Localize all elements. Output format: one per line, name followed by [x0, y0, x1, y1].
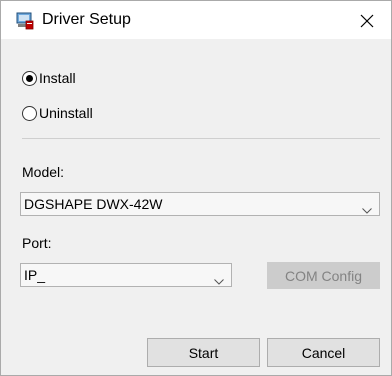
port-label: Port: — [22, 235, 52, 251]
driver-setup-dialog: Driver Setup Install Uninstall Model: DG… — [0, 0, 392, 376]
install-radio[interactable]: Install — [22, 67, 76, 89]
uninstall-radio-label: Uninstall — [39, 105, 93, 121]
chevron-down-icon — [214, 272, 224, 285]
chevron-down-icon — [362, 201, 372, 214]
title-bar: Driver Setup — [1, 1, 391, 39]
uninstall-radio-circle[interactable] — [22, 105, 37, 121]
install-radio-label: Install — [39, 70, 76, 86]
printer-setup-icon — [16, 12, 34, 30]
model-label: Model: — [22, 164, 65, 180]
close-button[interactable] — [355, 9, 379, 33]
cancel-button[interactable]: Cancel — [267, 338, 380, 367]
model-dropdown[interactable]: DGSHAPE DWX-42W — [20, 192, 380, 216]
com-config-button[interactable]: COM Config — [267, 262, 380, 289]
start-button[interactable]: Start — [147, 338, 260, 367]
install-radio-circle[interactable] — [22, 70, 37, 86]
uninstall-radio[interactable]: Uninstall — [22, 102, 93, 124]
model-dropdown-value: DGSHAPE DWX-42W — [24, 196, 163, 212]
port-dropdown[interactable]: IP_ — [20, 263, 232, 287]
window-title: Driver Setup — [42, 11, 131, 28]
close-icon — [360, 14, 374, 28]
port-dropdown-value: IP_ — [24, 267, 46, 283]
separator — [22, 138, 380, 139]
